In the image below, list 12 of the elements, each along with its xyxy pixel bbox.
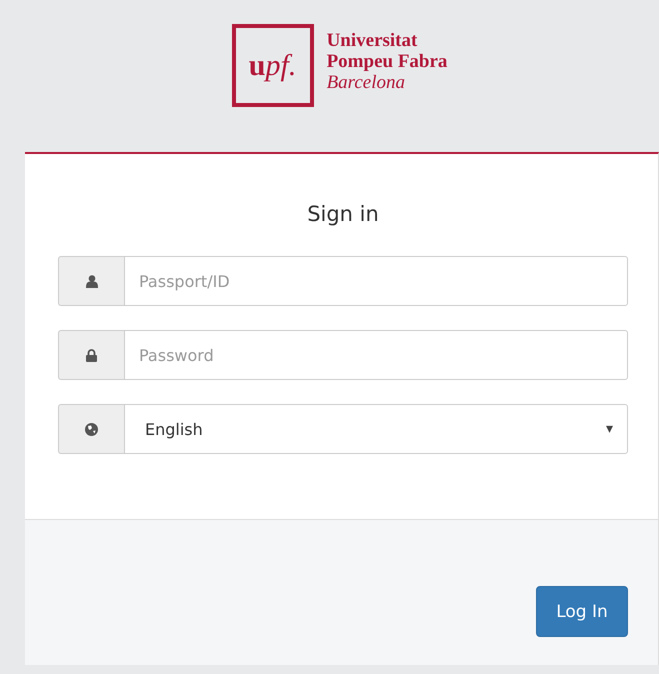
- globe-icon: [85, 422, 98, 436]
- log-in-button[interactable]: Log In: [536, 586, 628, 637]
- university-name: Pompeu Fabra: [326, 51, 448, 72]
- input-field[interactable]: Passport/ID: [124, 256, 628, 306]
- university-name: Universitat: [326, 30, 418, 51]
- lock-icon: [86, 348, 97, 362]
- user-icon: [86, 274, 98, 288]
- university-name: Barcelona: [326, 72, 406, 93]
- sign-in-heading: Sign in: [306, 202, 380, 226]
- input-field[interactable]: Password: [124, 330, 628, 380]
- language-select[interactable]: English ▾: [124, 404, 628, 454]
- logo-mark: upf.: [232, 24, 314, 107]
